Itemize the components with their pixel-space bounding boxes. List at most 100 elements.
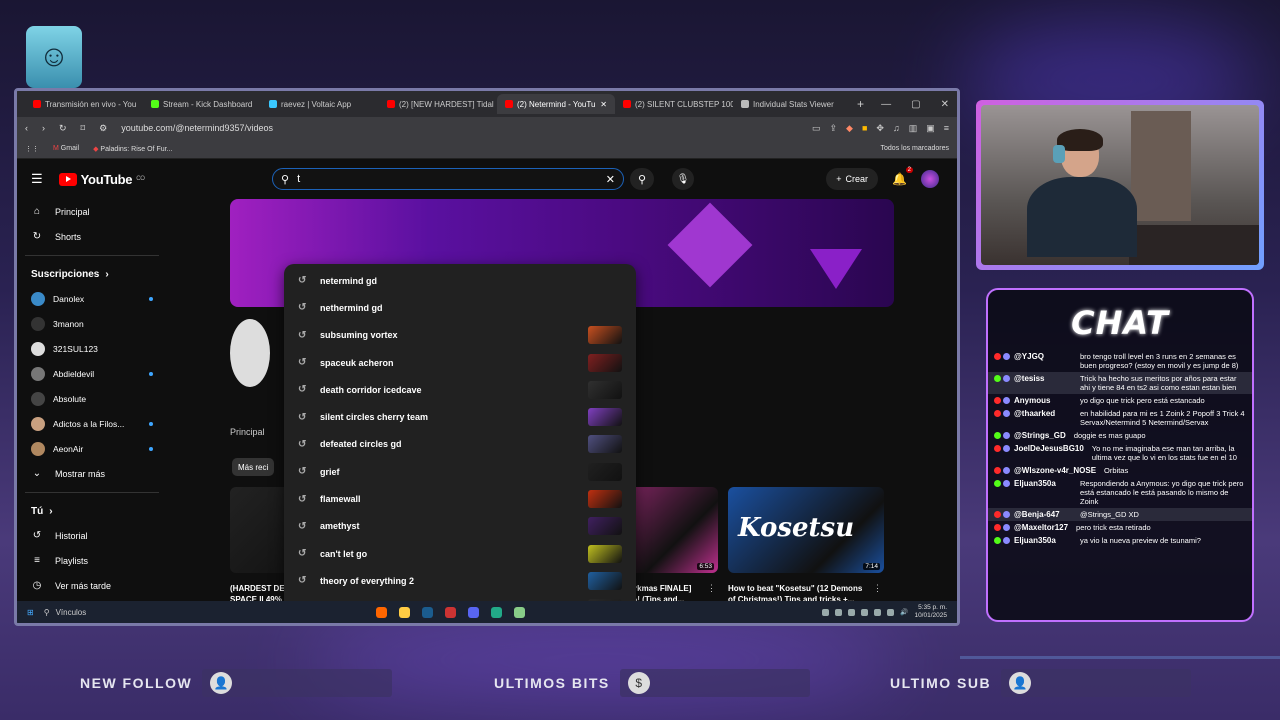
subscription-item[interactable]: 3manon (17, 311, 167, 336)
url-field[interactable]: youtube.com/@netermind9357/videos (121, 123, 798, 133)
discord-app-icon[interactable] (468, 606, 480, 618)
tray-icon[interactable] (874, 608, 882, 616)
sidebar-item-shorts[interactable]: ↻ Shorts (17, 224, 167, 249)
tray-icon[interactable] (887, 608, 895, 616)
site-info-icon[interactable]: ⚙ (99, 123, 107, 134)
steam-app-icon[interactable] (422, 606, 434, 618)
account-avatar[interactable] (921, 170, 939, 188)
history-icon: ↺ (298, 357, 307, 369)
explorer-app-icon[interactable] (399, 606, 411, 618)
show-more-button[interactable]: ⌄ Mostrar más (17, 461, 167, 486)
browser-tab[interactable]: (2) [NEW HARDEST] Tidal (379, 94, 497, 114)
extensions-icon[interactable]: ✥ (876, 123, 884, 134)
sidebar-item-principal[interactable]: ⌂ Principal (17, 199, 167, 224)
suggestion-item[interactable]: ↺ spaceuk acheron (284, 349, 636, 376)
extension-icon[interactable]: ■ (862, 123, 867, 134)
tray-icon[interactable] (848, 608, 856, 616)
search-box[interactable]: ⚲ t ✕ (272, 168, 624, 190)
sidebar-item-ver-más-tarde[interactable]: ◷ Ver más tarde (17, 573, 167, 598)
close-tab-icon[interactable]: ✕ (600, 100, 607, 109)
browser-tab[interactable]: Individual Stats Viewer (733, 94, 851, 114)
wallet-icon[interactable]: ▣ (926, 123, 935, 134)
suggestion-item[interactable]: ↺ grief (284, 458, 636, 485)
brave-app-icon[interactable] (376, 606, 388, 618)
suggestion-item[interactable]: ↺ death corridor icedcave (284, 376, 636, 403)
you-header[interactable]: Tú › (17, 499, 167, 523)
suggestion-item[interactable]: ↺ nethermind gd (284, 294, 636, 321)
all-bookmarks[interactable]: Todos los marcadores (881, 145, 949, 152)
subscription-item[interactable]: Adictos a la Filos... (17, 411, 167, 436)
bookmark-gmail[interactable]: M Gmail (53, 145, 79, 152)
maximize-icon[interactable]: ▢ (911, 99, 920, 110)
taskbar-search[interactable]: ⚲ Vínculos (44, 608, 87, 617)
subscription-item[interactable]: Absolute (17, 386, 167, 411)
suggestion-item[interactable]: ↺ silent circles cherry team (284, 403, 636, 430)
windows-start-icon[interactable]: ⊞ (27, 608, 34, 617)
share-icon[interactable]: ⇪ (830, 123, 838, 134)
voltaic-app-icon[interactable] (491, 606, 503, 618)
search-input[interactable]: t (297, 173, 598, 185)
video-thumbnail[interactable]: Kosetsu 7:14 (728, 487, 884, 573)
bookmark-paladins[interactable]: ◆ Paladins: Rise Of Fur... (93, 145, 172, 153)
music-icon[interactable]: ♫ (893, 123, 900, 134)
tray-icon[interactable] (822, 608, 830, 616)
reload-icon[interactable]: ↻ (59, 123, 67, 134)
more-options-icon[interactable]: ⋮ (707, 583, 716, 594)
video-card[interactable]: Kosetsu 7:14 How to beat "Kosetsu" (12 Dem… (728, 487, 884, 605)
suggestion-item[interactable]: ↺ theory of everything 2 (284, 567, 636, 594)
subscription-item[interactable]: 321SUL123 (17, 336, 167, 361)
forward-icon[interactable]: › (42, 123, 45, 133)
subscription-name: 3manon (53, 318, 84, 329)
suggestion-item[interactable]: ↺ defeated circles gd (284, 431, 636, 458)
volume-icon[interactable]: 🔊 (900, 608, 908, 616)
suggestion-item[interactable]: ↺ amethyst (284, 513, 636, 540)
filter-chip-recent[interactable]: Más reci (232, 458, 275, 476)
bookmark-icon[interactable]: ⌑ (81, 123, 86, 134)
sidebar-icon[interactable]: ▥ (909, 123, 918, 134)
youtube-logo[interactable]: YouTube CO (58, 172, 145, 187)
subscription-item[interactable]: AeonAir (17, 436, 167, 461)
subscription-item[interactable]: Abdieldevil (17, 361, 167, 386)
thumbnail-overlay-text: Kosetsu (738, 513, 855, 543)
subscriptions-header[interactable]: Suscripciones › (17, 262, 167, 286)
channel-avatar[interactable] (230, 319, 270, 387)
sidebar-item-historial[interactable]: ↺ Historial (17, 523, 167, 548)
tab-favicon (623, 100, 631, 108)
new-tab-button[interactable]: + (857, 97, 864, 111)
subscription-item[interactable]: Danolex (17, 286, 167, 311)
tab-favicon (151, 100, 159, 108)
menu-icon[interactable]: ≡ (944, 123, 949, 134)
chat-text: ya vio la nueva preview de tsunami? (1080, 536, 1201, 545)
cast-icon[interactable]: ▭ (812, 123, 821, 134)
tray-icon[interactable] (835, 608, 843, 616)
brave-shield-icon[interactable]: ◆ (846, 123, 853, 134)
browser-tab[interactable]: (2) Netermind - YouTu ✕ (497, 94, 615, 114)
more-options-icon[interactable]: ⋮ (873, 583, 882, 594)
close-window-icon[interactable]: ✕ (941, 99, 949, 110)
minimize-icon[interactable]: — (881, 99, 891, 110)
taskbar-clock[interactable]: 5:35 p. m. 10/01/2025 (914, 604, 947, 620)
browser-tab[interactable]: raevez | Voltaic App (261, 94, 379, 114)
suggestion-item[interactable]: ↺ can't let go (284, 540, 636, 567)
app-icon[interactable] (514, 606, 526, 618)
hamburger-icon[interactable]: ☰ (31, 171, 43, 187)
voice-search-icon[interactable]: 🎙 (672, 168, 694, 190)
suggestion-item[interactable]: ↺ subsuming vortex (284, 322, 636, 349)
suggestion-item[interactable]: ↺ netermind gd (284, 267, 636, 294)
chat-username: @YJGQ (1014, 352, 1045, 361)
tab-principal[interactable]: Principal (230, 427, 265, 437)
sidebar-item-playlists[interactable]: ≡ Playlists (17, 548, 167, 573)
browser-tab[interactable]: Stream - Kick Dashboard (143, 94, 261, 114)
sidebar-item-label: Ver más tarde (55, 580, 112, 591)
suggestion-item[interactable]: ↺ flamewall (284, 485, 636, 512)
obs-app-icon[interactable] (445, 606, 457, 618)
back-icon[interactable]: ‹ (25, 123, 28, 133)
tray-icon[interactable] (861, 608, 869, 616)
search-button[interactable]: ⚲ (630, 168, 654, 190)
browser-tab[interactable]: Transmisión en vivo - You (25, 94, 143, 114)
create-button[interactable]: + Crear (826, 168, 879, 190)
notifications-button[interactable]: 🔔 2 (892, 167, 913, 186)
clear-search-icon[interactable]: ✕ (606, 173, 615, 186)
browser-tab[interactable]: (2) SILENT CLUBSTEP 100 (615, 94, 733, 114)
apps-icon[interactable]: ⋮⋮ (25, 145, 39, 153)
